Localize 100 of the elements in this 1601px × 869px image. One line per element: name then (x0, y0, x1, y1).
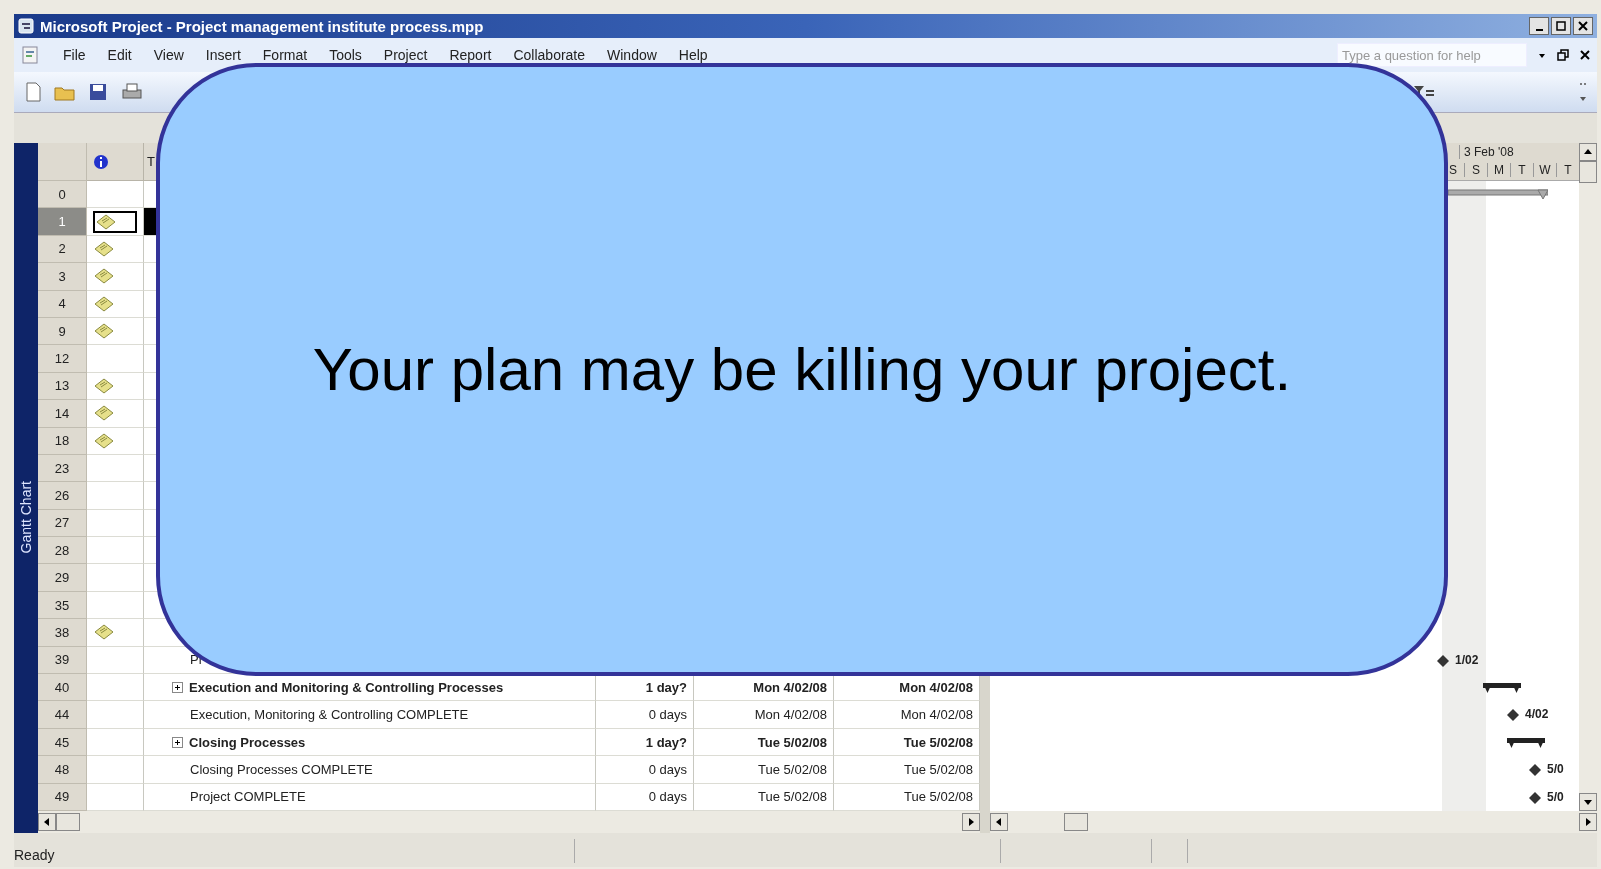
task-row[interactable]: 48 Closing Processes COMPLETE 0 days Tue 5/02/08 Tue 5/02/08 (38, 756, 980, 784)
project-summary-bar[interactable] (1448, 189, 1548, 201)
bar-label: 5/0 (1547, 762, 1564, 777)
info-icon (93, 153, 109, 170)
maximize-button[interactable] (1551, 17, 1571, 35)
bar-label: 4/02 (1525, 707, 1549, 722)
row-header[interactable]: 29 (38, 564, 87, 592)
row-header[interactable]: 13 (38, 372, 87, 401)
start-date-cell: Tue 5/02/08 (694, 756, 834, 784)
menu-item[interactable]: Format (251, 47, 319, 63)
row-header[interactable]: 18 (38, 427, 87, 455)
close-button[interactable] (1573, 17, 1593, 35)
maximize-icon (1556, 21, 1566, 31)
task-name: Execution and Monitoring & Controlling Processes (189, 679, 504, 695)
left-arrow-icon (43, 818, 51, 826)
task-row[interactable]: 45 Closing Processes 1 day? Tue 5/02/08 Tue 5/02/08 (38, 728, 980, 757)
row-header[interactable]: 4 (38, 290, 87, 318)
row-header[interactable]: 39 (38, 646, 87, 675)
active-cell[interactable] (93, 210, 137, 233)
summary-bar[interactable] (1507, 736, 1545, 749)
horizontal-scrollbar[interactable] (38, 811, 980, 833)
row-header[interactable]: 38 (38, 619, 87, 647)
row-header[interactable]: 9 (38, 317, 87, 346)
view-bar[interactable]: Gantt Chart (14, 143, 38, 833)
day-label: T (1510, 163, 1533, 177)
scroll-right-button[interactable] (962, 813, 980, 831)
row-header[interactable]: 44 (38, 701, 87, 729)
toolbar-options-icon[interactable] (1579, 81, 1587, 103)
scroll-thumb[interactable] (1064, 813, 1088, 831)
column-header[interactable] (87, 143, 144, 181)
scroll-left-button[interactable] (990, 813, 1008, 831)
day-label: M (1487, 163, 1510, 177)
milestone-diamond[interactable] (1437, 654, 1449, 667)
task-row[interactable]: 40 Execution and Monitoring & Controlling Processes 1 day? Mon 4/02/08 Mon 4/02/08 (38, 674, 980, 702)
start-date-cell: Tue 5/02/08 (694, 783, 834, 811)
row-header[interactable]: 48 (38, 756, 87, 784)
row-header[interactable]: 35 (38, 591, 87, 620)
close-icon[interactable] (1579, 49, 1591, 61)
expand-icon[interactable] (172, 681, 183, 693)
horizontal-scrollbar[interactable] (990, 811, 1597, 833)
task-name: Closing Processes COMPLETE (189, 761, 373, 777)
scroll-down-button[interactable] (1579, 793, 1597, 811)
row-header[interactable]: 14 (38, 400, 87, 428)
menu-item[interactable]: Tools (318, 47, 373, 63)
row-header[interactable]: 28 (38, 537, 87, 565)
down-arrow-icon (1584, 798, 1592, 806)
task-name: Execution, Monitoring & Controlling COMPLETE (189, 707, 469, 723)
row-header[interactable]: 23 (38, 454, 87, 483)
indicator-cell (87, 701, 144, 729)
minimize-button[interactable] (1529, 17, 1549, 35)
milestone-diamond[interactable] (1507, 709, 1519, 722)
menu-item[interactable]: Window (596, 47, 668, 63)
row-header[interactable]: 3 (38, 263, 87, 291)
printer-icon[interactable] (120, 82, 144, 102)
duration-cell: 0 days (596, 783, 694, 811)
scroll-up-button[interactable] (1579, 143, 1597, 161)
menu-item[interactable]: Help (667, 47, 719, 63)
task-name: Project COMPLETE (189, 789, 306, 805)
vertical-scrollbar[interactable] (1579, 143, 1597, 811)
scroll-thumb[interactable] (1579, 161, 1597, 183)
task-name: Closing Processes (189, 734, 306, 750)
right-arrow-icon (1584, 818, 1592, 826)
callout-text: Your plan may be killing your project. (312, 335, 1292, 404)
task-row[interactable]: 49 Project COMPLETE 0 days Tue 5/02/08 Tue 5/02/08 (38, 783, 980, 811)
expand-icon[interactable] (172, 736, 183, 748)
scroll-left-button[interactable] (38, 813, 56, 831)
scroll-right-button[interactable] (1579, 813, 1597, 831)
row-header[interactable]: 26 (38, 482, 87, 510)
indicator-cell (87, 783, 144, 811)
save-icon[interactable] (88, 82, 108, 102)
bar-label: 5/0 (1547, 789, 1564, 804)
menu-item[interactable]: Project (372, 47, 439, 63)
row-header[interactable]: 0 (38, 181, 87, 209)
indicator-cell (87, 756, 144, 784)
task-row[interactable]: 44 Execution, Monitoring & Controlling COMPLETE 0 days Mon 4/02/08 Mon 4/02/08 (38, 701, 980, 729)
view-label: Gantt Chart (18, 480, 34, 553)
right-arrow-icon (967, 818, 975, 826)
duration-cell: 0 days (596, 701, 694, 729)
row-header[interactable]: 49 (38, 783, 87, 811)
milestone-diamond[interactable] (1529, 791, 1541, 804)
row-header[interactable]: 12 (38, 345, 87, 373)
summary-bar[interactable] (1483, 682, 1521, 695)
scroll-thumb[interactable] (56, 813, 80, 831)
menu-item[interactable]: View (142, 47, 195, 63)
milestone-diamond[interactable] (1529, 764, 1541, 777)
help-search-field[interactable]: Type a question for help (1337, 43, 1527, 67)
menu-item[interactable]: Insert (194, 47, 252, 63)
row-header[interactable]: 45 (38, 728, 87, 757)
row-header[interactable]: 40 (38, 674, 87, 702)
menu-item[interactable]: Collaborate (502, 47, 597, 63)
row-header[interactable]: 27 (38, 509, 87, 538)
close-icon (1578, 21, 1588, 31)
menu-item[interactable]: File (52, 47, 97, 63)
row-header[interactable]: 2 (38, 235, 87, 264)
bar-label: 1/02 (1455, 652, 1479, 667)
left-arrow-icon (995, 818, 1003, 826)
menu-item[interactable]: Report (438, 47, 503, 63)
status-text: Ready (14, 847, 56, 863)
menu-item[interactable]: Edit (96, 47, 143, 63)
restore-icon[interactable] (1557, 49, 1569, 61)
